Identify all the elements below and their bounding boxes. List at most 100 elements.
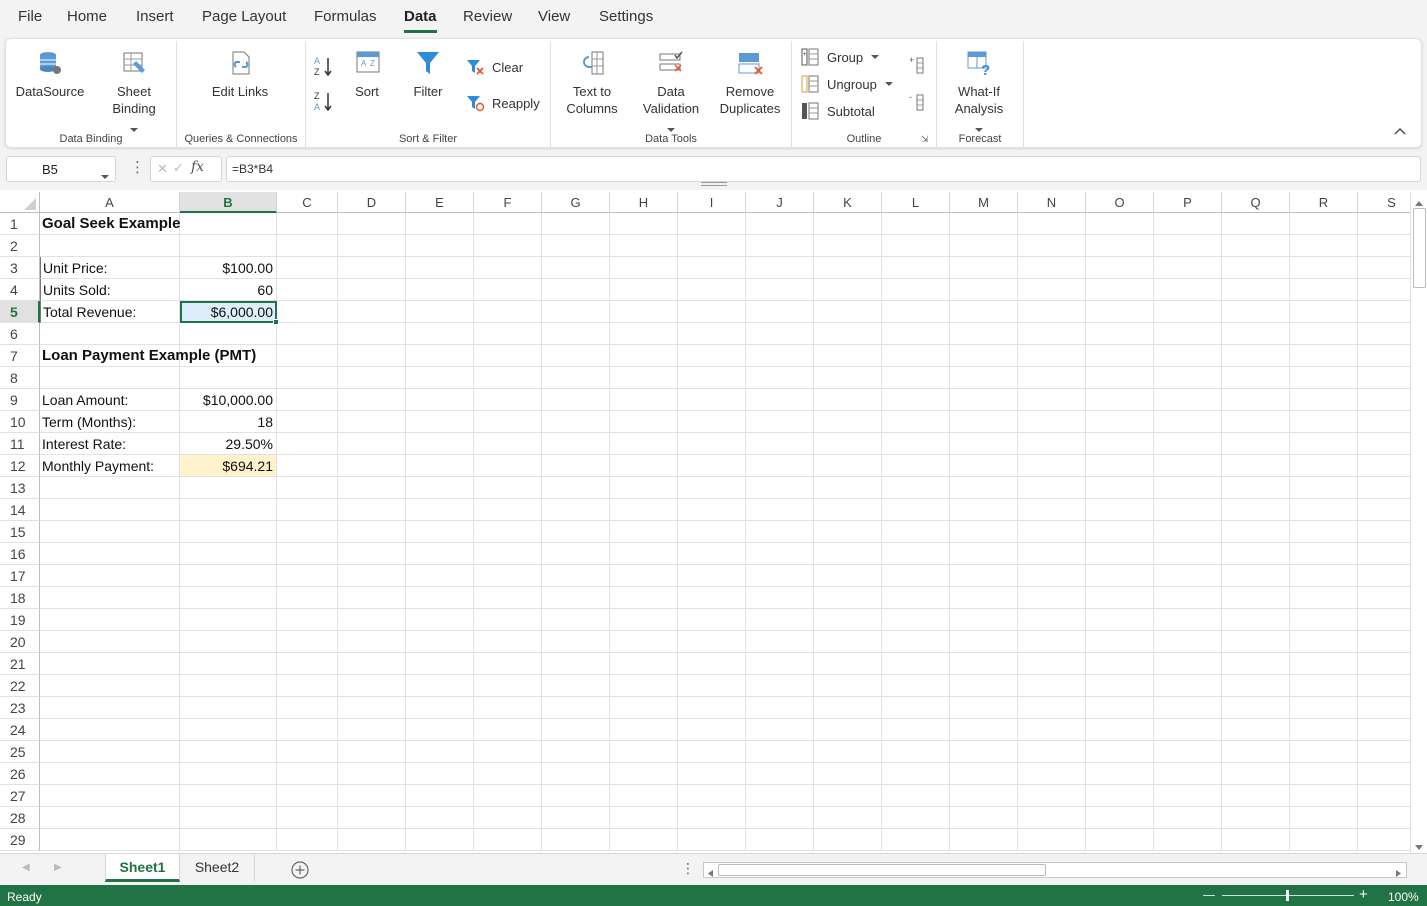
column-header-p[interactable]: P [1154,192,1222,213]
cell-q22[interactable] [1222,675,1290,697]
cell-d28[interactable] [338,807,406,829]
cell-j2[interactable] [746,235,814,257]
cell-n18[interactable] [1018,587,1086,609]
cell-p2[interactable] [1154,235,1222,257]
cell-l24[interactable] [882,719,950,741]
vertical-scrollbar[interactable] [1410,192,1427,853]
cell-e20[interactable] [406,631,474,653]
cell-q23[interactable] [1222,697,1290,719]
cell-i6[interactable] [678,323,746,345]
cell-l15[interactable] [882,521,950,543]
column-header-f[interactable]: F [474,192,542,213]
row-header-3[interactable]: 3 [0,257,40,279]
cell-n13[interactable] [1018,477,1086,499]
cell-d29[interactable] [338,829,406,851]
cell-o10[interactable] [1086,411,1154,433]
cell-h26[interactable] [610,763,678,785]
cell-r19[interactable] [1290,609,1358,631]
cell-b22[interactable] [180,675,277,697]
cell-e14[interactable] [406,499,474,521]
cell-j18[interactable] [746,587,814,609]
cell-i11[interactable] [678,433,746,455]
cell-i10[interactable] [678,411,746,433]
cell-s28[interactable] [1358,807,1410,829]
cell-k10[interactable] [814,411,882,433]
cell-k7[interactable] [814,345,882,367]
cell-c19[interactable] [277,609,338,631]
cell-i15[interactable] [678,521,746,543]
cell-m20[interactable] [950,631,1018,653]
cell-s20[interactable] [1358,631,1410,653]
cell-c5[interactable] [277,301,338,323]
column-header-j[interactable]: J [746,192,814,213]
cell-i25[interactable] [678,741,746,763]
cell-m27[interactable] [950,785,1018,807]
outline-dialog-launcher-icon[interactable]: ⇲ [921,134,929,145]
cell-r1[interactable] [1290,213,1358,235]
cell-r29[interactable] [1290,829,1358,851]
cell-q9[interactable] [1222,389,1290,411]
cell-e26[interactable] [406,763,474,785]
cell-k18[interactable] [814,587,882,609]
row-header-25[interactable]: 25 [0,741,40,763]
cell-d10[interactable] [338,411,406,433]
cell-d16[interactable] [338,543,406,565]
ungroup-button[interactable]: Ungroup [801,75,893,93]
row-header-28[interactable]: 28 [0,807,40,829]
cell-m12[interactable] [950,455,1018,477]
cell-o16[interactable] [1086,543,1154,565]
cell-f15[interactable] [474,521,542,543]
row-header-4[interactable]: 4 [0,279,40,301]
cell-o24[interactable] [1086,719,1154,741]
column-header-m[interactable]: M [950,192,1018,213]
column-header-s[interactable]: S [1358,192,1410,213]
menu-review[interactable]: Review [463,8,512,25]
cell-l14[interactable] [882,499,950,521]
cell-r16[interactable] [1290,543,1358,565]
cell-g9[interactable] [542,389,610,411]
cell-m13[interactable] [950,477,1018,499]
cell-i4[interactable] [678,279,746,301]
add-sheet-button[interactable] [291,861,309,882]
cell-j10[interactable] [746,411,814,433]
cell-b4[interactable]: 60 [180,279,277,301]
cell-k23[interactable] [814,697,882,719]
cell-h9[interactable] [610,389,678,411]
insert-function-icon[interactable]: fx [191,159,204,175]
cell-h12[interactable] [610,455,678,477]
cell-i16[interactable] [678,543,746,565]
cell-l10[interactable] [882,411,950,433]
cell-h11[interactable] [610,433,678,455]
cell-d7[interactable] [338,345,406,367]
menu-data[interactable]: Data [404,8,437,33]
cell-b29[interactable] [180,829,277,851]
cell-p24[interactable] [1154,719,1222,741]
cell-e12[interactable] [406,455,474,477]
row-header-13[interactable]: 13 [0,477,40,499]
row-header-19[interactable]: 19 [0,609,40,631]
cell-k17[interactable] [814,565,882,587]
cell-p10[interactable] [1154,411,1222,433]
cell-n28[interactable] [1018,807,1086,829]
cell-r12[interactable] [1290,455,1358,477]
cell-f16[interactable] [474,543,542,565]
cell-h17[interactable] [610,565,678,587]
row-header-24[interactable]: 24 [0,719,40,741]
sheet-tab-sheet1[interactable]: Sheet1 [105,854,180,882]
cell-d5[interactable] [338,301,406,323]
cell-c29[interactable] [277,829,338,851]
cell-d18[interactable] [338,587,406,609]
cell-c16[interactable] [277,543,338,565]
cell-l29[interactable] [882,829,950,851]
cell-f8[interactable] [474,367,542,389]
cell-a24[interactable] [40,719,180,741]
cell-d11[interactable] [338,433,406,455]
cell-g16[interactable] [542,543,610,565]
cell-l4[interactable] [882,279,950,301]
column-header-e[interactable]: E [406,192,474,213]
cell-m8[interactable] [950,367,1018,389]
cell-a13[interactable] [40,477,180,499]
cell-s23[interactable] [1358,697,1410,719]
cell-o20[interactable] [1086,631,1154,653]
cell-p23[interactable] [1154,697,1222,719]
